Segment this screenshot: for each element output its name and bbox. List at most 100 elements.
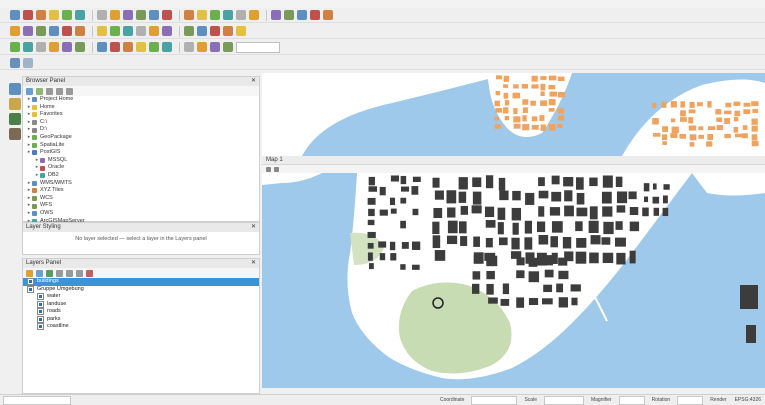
zoom-full-icon[interactable] bbox=[266, 166, 271, 172]
browser-item[interactable]: ▸ OWS bbox=[26, 210, 259, 218]
plugin-icon[interactable] bbox=[9, 128, 21, 140]
edit-pencil-icon[interactable] bbox=[9, 98, 21, 110]
browser-item[interactable]: ▸ Favorites bbox=[26, 111, 259, 119]
browser-item[interactable]: ▸ WMS/WMTS bbox=[26, 180, 259, 188]
close-icon[interactable]: ✕ bbox=[251, 259, 256, 268]
refresh-icon[interactable] bbox=[136, 10, 146, 20]
new-project-icon[interactable] bbox=[10, 10, 20, 20]
layer-row[interactable]: Gruppe Umgebung bbox=[23, 286, 259, 294]
add-selected-icon[interactable] bbox=[36, 87, 43, 95]
layer-row[interactable]: water bbox=[23, 293, 259, 301]
pan-icon[interactable] bbox=[62, 10, 72, 20]
move-feature-icon[interactable] bbox=[136, 26, 146, 36]
save-icon[interactable] bbox=[36, 10, 46, 20]
annotation-icon[interactable] bbox=[236, 10, 246, 20]
merge-icon[interactable] bbox=[97, 42, 107, 52]
offset-icon[interactable] bbox=[62, 42, 72, 52]
field-calc-icon[interactable] bbox=[210, 10, 220, 20]
browser-item[interactable]: ▸ WCS bbox=[26, 195, 259, 203]
zoom-layer-icon[interactable] bbox=[123, 10, 133, 20]
add-wfs-icon[interactable] bbox=[62, 26, 72, 36]
deselect-icon[interactable] bbox=[184, 10, 194, 20]
label-rotate-icon[interactable] bbox=[297, 10, 307, 20]
browser-item[interactable]: ▸ PostGIS bbox=[26, 149, 259, 157]
browser-item[interactable]: ▸ Oracle bbox=[26, 164, 259, 172]
layer-visibility-checkbox[interactable] bbox=[37, 293, 44, 301]
add-ring-icon[interactable] bbox=[136, 42, 146, 52]
label-move-icon[interactable] bbox=[284, 10, 294, 20]
browser-item[interactable]: ▸ SpatiaLite bbox=[26, 142, 259, 150]
add-csv-icon[interactable] bbox=[75, 26, 85, 36]
rotation-field[interactable] bbox=[677, 395, 704, 405]
attribute-table-icon[interactable] bbox=[197, 10, 207, 20]
layer-row[interactable]: roads bbox=[23, 308, 259, 316]
layer-visibility-checkbox[interactable] bbox=[37, 300, 44, 308]
add-feature-icon[interactable] bbox=[123, 26, 133, 36]
browser-item[interactable]: ▸ Home bbox=[26, 104, 259, 112]
layer-row[interactable]: parks bbox=[23, 316, 259, 324]
redo-icon[interactable] bbox=[236, 26, 246, 36]
add-layer-icon[interactable] bbox=[9, 83, 21, 95]
simplify-icon[interactable] bbox=[123, 42, 133, 52]
browser-item[interactable]: ▸ Project Home bbox=[26, 96, 259, 104]
browser-item[interactable]: ▸ C:\ bbox=[26, 119, 259, 127]
digitize-icon[interactable] bbox=[97, 26, 107, 36]
properties-icon[interactable] bbox=[66, 87, 73, 95]
toolbox-icon[interactable] bbox=[10, 57, 20, 68]
collapse-icon[interactable] bbox=[56, 87, 63, 95]
raster-calc-icon[interactable] bbox=[210, 42, 220, 52]
snap-icon[interactable] bbox=[10, 42, 20, 52]
rotate-icon[interactable] bbox=[110, 42, 120, 52]
scale-field[interactable] bbox=[543, 395, 584, 405]
zoom-full-icon[interactable] bbox=[110, 10, 120, 20]
add-group-icon[interactable] bbox=[36, 269, 43, 277]
layer-visibility-checkbox[interactable] bbox=[27, 278, 34, 286]
collapse-all-icon[interactable] bbox=[76, 269, 83, 277]
locator-search-input[interactable] bbox=[3, 395, 71, 405]
add-vector-icon[interactable] bbox=[10, 26, 20, 36]
magnifier-field[interactable] bbox=[618, 395, 645, 405]
filter-icon[interactable] bbox=[56, 269, 63, 277]
delete-ring-icon[interactable] bbox=[184, 42, 194, 52]
measure-icon[interactable] bbox=[223, 10, 233, 20]
node-tool-icon[interactable] bbox=[149, 26, 159, 36]
layer-visibility-checkbox[interactable] bbox=[37, 315, 44, 323]
edit-icon[interactable] bbox=[110, 26, 120, 36]
browser-item[interactable]: ▸ MSSQL bbox=[26, 157, 259, 165]
map-canvas[interactable] bbox=[262, 73, 765, 156]
filter-icon[interactable] bbox=[46, 87, 53, 95]
coordinate-field[interactable] bbox=[471, 395, 518, 405]
delete-icon[interactable] bbox=[162, 26, 172, 36]
open-icon[interactable] bbox=[23, 10, 33, 20]
add-part-icon[interactable] bbox=[149, 42, 159, 52]
remove-layer-icon[interactable] bbox=[86, 269, 93, 277]
layer-row[interactable]: buildings bbox=[23, 278, 259, 286]
select-icon[interactable] bbox=[162, 10, 172, 20]
refresh-icon[interactable] bbox=[26, 87, 33, 95]
manage-theme-icon[interactable] bbox=[46, 269, 53, 277]
reshape-icon[interactable] bbox=[49, 42, 59, 52]
delete-part-icon[interactable] bbox=[197, 42, 207, 52]
close-icon[interactable]: ✕ bbox=[251, 223, 256, 232]
layer-visibility-checkbox[interactable] bbox=[37, 323, 44, 331]
browser-item[interactable]: ▸ DB2 bbox=[26, 172, 259, 180]
advanced-edit-icon[interactable] bbox=[36, 42, 46, 52]
fill-ring-icon[interactable] bbox=[162, 42, 172, 52]
topology-icon[interactable] bbox=[23, 42, 33, 52]
label-pin-icon[interactable] bbox=[271, 10, 281, 20]
layer-row[interactable]: coastline bbox=[23, 323, 259, 331]
browser-item[interactable]: ▸ WFS bbox=[26, 202, 259, 210]
add-db-icon[interactable] bbox=[36, 26, 46, 36]
python-icon[interactable] bbox=[323, 10, 333, 20]
paste-icon[interactable] bbox=[210, 26, 220, 36]
identify-icon[interactable] bbox=[149, 10, 159, 20]
copy-icon[interactable] bbox=[197, 26, 207, 36]
print-icon[interactable] bbox=[49, 10, 59, 20]
add-raster-icon[interactable] bbox=[23, 26, 33, 36]
label-icon[interactable] bbox=[249, 10, 259, 20]
undo-icon[interactable] bbox=[223, 26, 233, 36]
browser-item[interactable]: ▸ XYZ Tiles bbox=[26, 187, 259, 195]
expand-all-icon[interactable] bbox=[66, 269, 73, 277]
layer-visibility-checkbox[interactable] bbox=[27, 285, 34, 293]
map-window-canvas[interactable] bbox=[262, 173, 765, 388]
